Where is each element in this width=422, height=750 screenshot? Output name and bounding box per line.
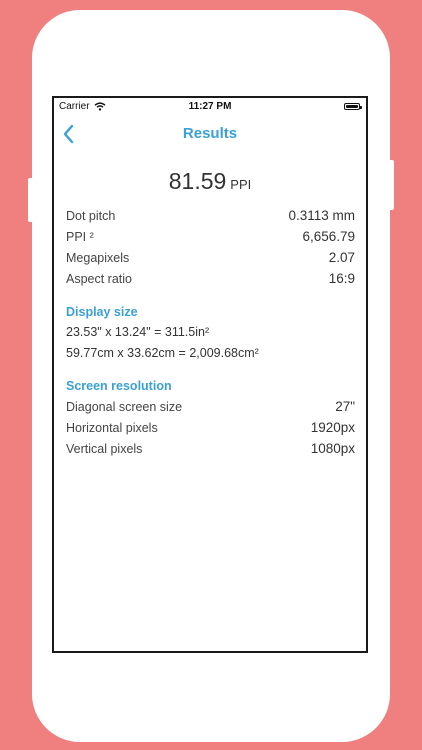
resolution-label: Diagonal screen size	[66, 399, 183, 414]
status-time: 11:27 PM	[188, 101, 232, 112]
navigation-bar: Results	[54, 116, 366, 152]
metric-label: Dot pitch	[66, 208, 116, 223]
ppi-value: 81.59	[168, 168, 227, 194]
metric-label: PPI ²	[66, 229, 94, 244]
metric-value: 0.3113 mm	[288, 208, 355, 223]
resolution-value: 1080px	[310, 441, 355, 456]
metric-value: 16:9	[328, 271, 355, 286]
metric-label: Aspect ratio	[66, 271, 133, 286]
phone-side-button-right	[388, 160, 394, 210]
section-title-display-size: Display size	[66, 305, 138, 319]
metric-label: Megapixels	[66, 250, 130, 265]
resolution-label: Vertical pixels	[66, 441, 143, 456]
resolution-list: Diagonal screen size 27" Horizontal pixe…	[54, 396, 366, 459]
status-bar: Carrier 11:27 PM	[54, 98, 366, 116]
resolution-value: 1920px	[310, 420, 355, 435]
metric-row: Dot pitch 0.3113 mm	[66, 205, 355, 226]
screen-resolution-section: Screen resolution Diagonal screen size 2…	[54, 376, 366, 459]
metric-row: Aspect ratio 16:9	[66, 268, 355, 289]
metric-row: PPI ² 6,656.79	[66, 226, 355, 247]
ppi-unit: PPI	[230, 177, 252, 192]
resolution-row: Horizontal pixels 1920px	[66, 417, 355, 438]
display-size-section: Display size 23.53" x 13.24" = 311.5in² …	[54, 302, 366, 364]
metrics-list: Dot pitch 0.3113 mm PPI ² 6,656.79 Megap…	[54, 205, 366, 289]
page-title: Results	[182, 125, 238, 142]
app-screen: Carrier 11:27 PM Results 81.59 PPI Dot pi…	[52, 96, 368, 653]
battery-icon	[344, 103, 362, 110]
display-size-cm: 59.77cm x 33.62cm = 2,009.68cm²	[66, 346, 259, 360]
resolution-row: Vertical pixels 1080px	[66, 438, 355, 459]
metric-row: Megapixels 2.07	[66, 247, 355, 268]
battery-level	[346, 105, 358, 108]
metric-value: 6,656.79	[302, 229, 355, 244]
resolution-value: 27"	[335, 399, 355, 414]
section-title-screen-resolution: Screen resolution	[66, 379, 172, 393]
display-size-inches: 23.53" x 13.24" = 311.5in²	[66, 325, 210, 339]
ppi-result: 81.59 PPI	[54, 168, 366, 195]
resolution-label: Horizontal pixels	[66, 420, 158, 435]
resolution-row: Diagonal screen size 27"	[66, 396, 355, 417]
metric-value: 2.07	[328, 250, 355, 265]
phone-side-button-left	[28, 178, 34, 222]
